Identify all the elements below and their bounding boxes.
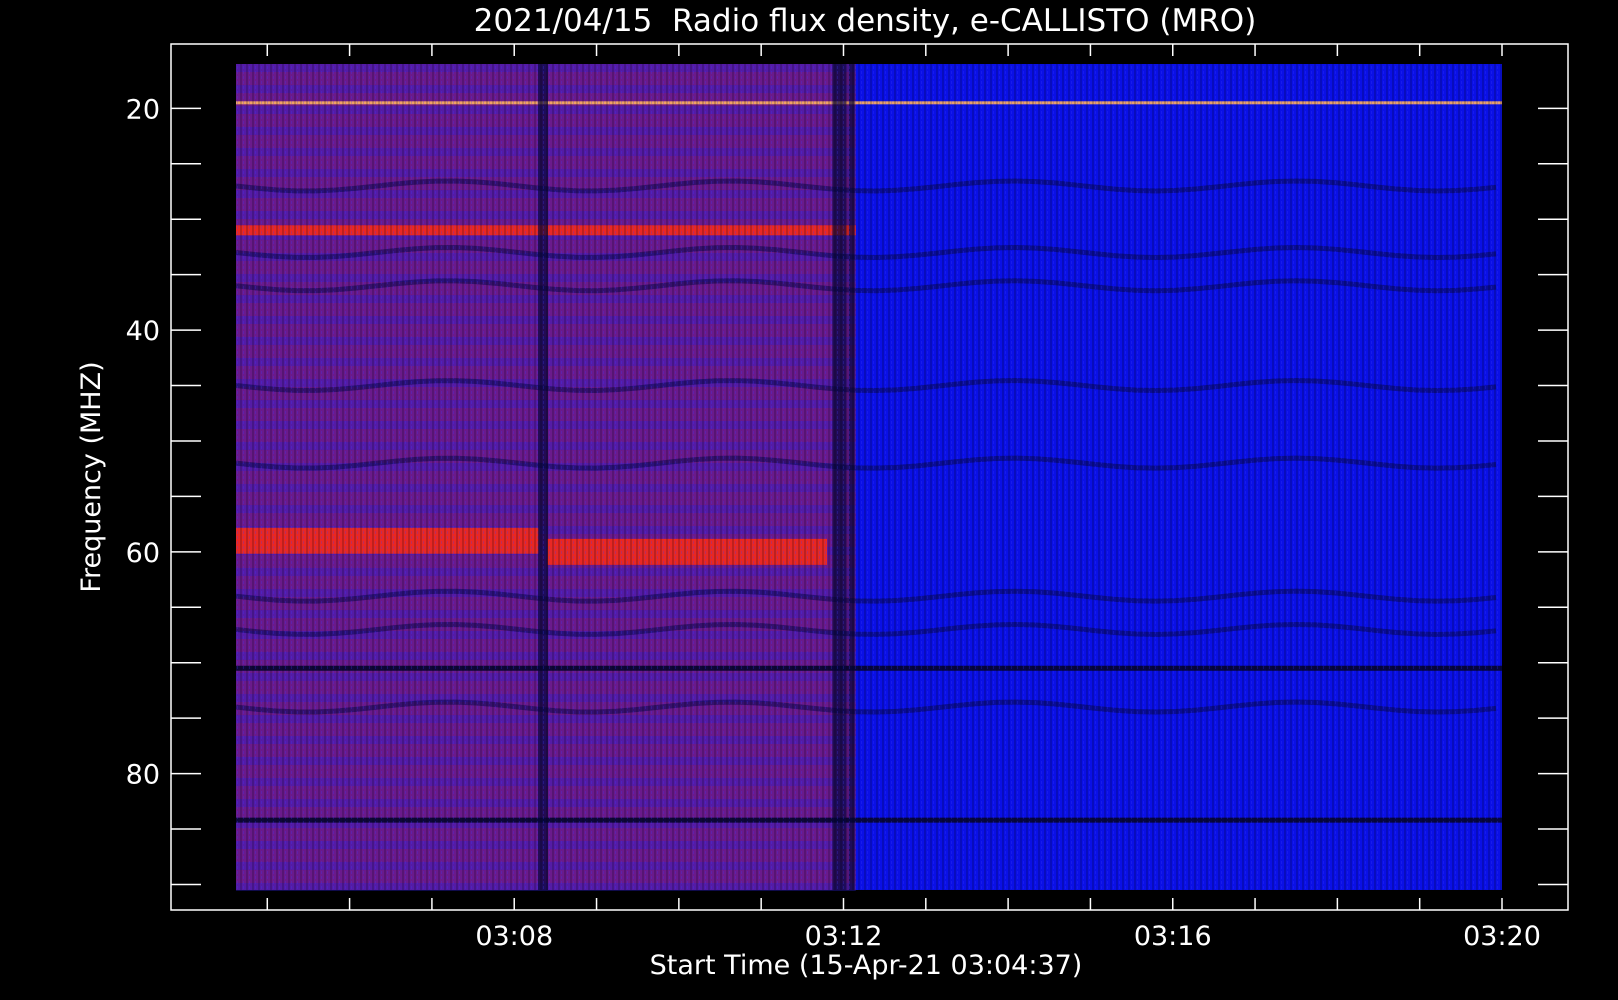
y-tick-label: 60 [126,538,160,569]
y-axis-label: Frequency (MHZ) [76,361,107,592]
x-tick-label: 03:20 [1463,921,1541,952]
x-tick-label: 03:12 [805,921,883,952]
heatmap [235,64,1502,891]
chart-title: 2021/04/15 Radio flux density, e-CALLIST… [474,3,1257,39]
x-axis-label: Start Time (15-Apr-21 03:04:37) [650,950,1083,981]
y-tick-label: 80 [126,760,160,791]
y-tick-label: 20 [126,94,160,125]
heatmap-texture [236,64,1502,890]
y-tick-label: 40 [126,316,160,347]
x-tick-label: 03:16 [1134,921,1212,952]
spectrogram-plot: 2021/04/15 Radio flux density, e-CALLIST… [76,3,1569,981]
x-tick-label: 03:08 [475,921,553,952]
